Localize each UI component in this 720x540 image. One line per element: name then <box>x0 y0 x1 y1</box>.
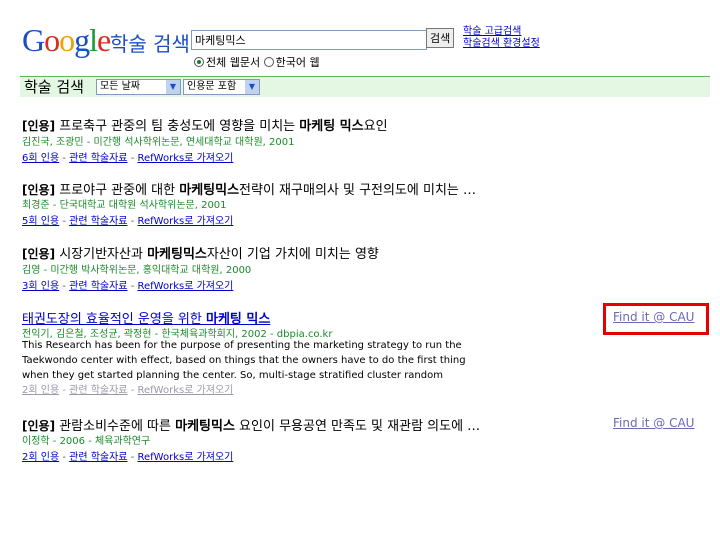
refworks-link[interactable]: RefWorks로 가져오기 <box>137 385 233 396</box>
citation-select[interactable]: 인용문 포함 ▼ <box>183 79 260 95</box>
advanced-search-link[interactable]: 학술 고급검색 <box>463 26 540 38</box>
radio-korean-icon[interactable] <box>263 57 274 67</box>
citation-tag: [인용] <box>22 247 56 261</box>
title-keyword: 마케팅믹스 <box>147 247 207 262</box>
logo-letter: e <box>97 22 111 58</box>
title-text: 전략이 재구매의사 및 구전의도에 미치는 … <box>239 183 477 198</box>
title-keyword: 마케팅믹스 <box>175 419 235 434</box>
refworks-link[interactable]: RefWorks로 가져오기 <box>137 153 233 164</box>
title-text: 자산이 기업 가치에 미치는 영향 <box>206 247 379 262</box>
refworks-link[interactable]: RefWorks로 가져오기 <box>137 216 233 227</box>
date-select[interactable]: 모든 날짜 ▼ <box>96 79 181 95</box>
chevron-down-icon: ▼ <box>166 80 180 94</box>
logo-letter: o <box>59 22 75 58</box>
result-links: 2회 인용 - 관련 학술자료 - RefWorks로 가져오기 <box>22 452 234 463</box>
citation-select-value: 인용문 포함 <box>187 81 237 92</box>
result-links: 5회 인용 - 관련 학술자료 - RefWorks로 가져오기 <box>22 216 234 227</box>
result-links: 6회 인용 - 관련 학술자료 - RefWorks로 가져오기 <box>22 153 234 164</box>
findit-link[interactable]: Find it @ CAU <box>613 310 694 324</box>
radio-all-icon[interactable] <box>194 57 204 67</box>
refworks-link[interactable]: RefWorks로 가져오기 <box>137 452 233 463</box>
citation-tag: [인용] <box>22 419 56 433</box>
search-input[interactable] <box>191 30 427 50</box>
title-text: 요인이 무용공연 만족도 및 재관람 의도에 … <box>234 419 481 434</box>
result-title: [인용] 시장기반자산과 마케팅믹스자산이 기업 가치에 미치는 영향 <box>22 243 379 262</box>
chevron-down-icon: ▼ <box>245 80 259 94</box>
logo-letter: l <box>89 22 98 58</box>
scholar-label: 학술 검색 <box>110 32 190 56</box>
related-link[interactable]: 관련 학술자료 <box>69 153 127 164</box>
citation-tag: [인용] <box>22 119 56 133</box>
related-link[interactable]: 관련 학술자료 <box>69 281 127 292</box>
result-links: 3회 인용 - 관련 학술자료 - RefWorks로 가져오기 <box>22 281 234 292</box>
cited-by-link[interactable]: 6회 인용 <box>22 153 59 164</box>
related-link[interactable]: 관련 학술자료 <box>69 385 127 396</box>
related-link[interactable]: 관련 학술자료 <box>69 216 127 227</box>
cited-by-link[interactable]: 3회 인용 <box>22 281 59 292</box>
title-text: 프로축구 관중의 팀 충성도에 영향을 미치는 <box>55 119 300 134</box>
preferences-link[interactable]: 학술검색 환경설정 <box>463 38 540 50</box>
logo-letter: o <box>44 22 60 58</box>
citation-tag: [인용] <box>22 183 56 197</box>
result-title: [인용] 프로축구 관중의 팀 충성도에 영향을 미치는 마케팅 믹스요인 <box>22 115 388 134</box>
date-select-value: 모든 날짜 <box>100 81 140 92</box>
result-meta: 김진국, 조광민 - 미간행 석사학위논문, 연세대학교 대학원, 2001 <box>22 137 295 148</box>
bar-title: 학술 검색 <box>24 78 84 96</box>
cited-by-link[interactable]: 5회 인용 <box>22 216 59 227</box>
title-keyword: 마케팅 믹스 <box>299 119 364 134</box>
related-link[interactable]: 관련 학술자료 <box>69 452 127 463</box>
search-button[interactable]: 검색 <box>426 28 455 48</box>
cited-by-link[interactable]: 2회 인용 <box>22 452 59 463</box>
result-snippet: This Research has been for the purpose o… <box>22 340 466 381</box>
result-meta: 최경준 - 단국대학교 대학원 석사학위논문, 2001 <box>22 200 227 211</box>
radio-all-label[interactable]: 전체 웹문서 <box>206 56 260 69</box>
findit-link[interactable]: Find it @ CAU <box>613 416 694 430</box>
google-logo[interactable]: Google <box>22 22 111 58</box>
search-scope: 전체 웹문서 한국어 웹 <box>194 54 320 70</box>
title-text: 요인 <box>363 119 388 134</box>
result-links: 2회 인용 - 관련 학술자료 - RefWorks로 가져오기 <box>22 385 234 396</box>
result-meta: 김영 - 미간행 박사학위논문, 홍익대학교 대학원, 2000 <box>22 265 252 276</box>
header-links: 학술 고급검색 학술검색 환경설정 <box>463 26 540 50</box>
logo-letter: G <box>22 22 45 58</box>
title-text: 시장기반자산과 <box>55 247 148 262</box>
cited-by-link[interactable]: 2회 인용 <box>22 385 59 396</box>
radio-korean-label[interactable]: 한국어 웹 <box>276 56 320 69</box>
result-meta: 이정학 - 2006 - 체육과학연구 <box>22 436 151 447</box>
refworks-link[interactable]: RefWorks로 가져오기 <box>137 281 233 292</box>
logo-letter: g <box>74 22 90 58</box>
